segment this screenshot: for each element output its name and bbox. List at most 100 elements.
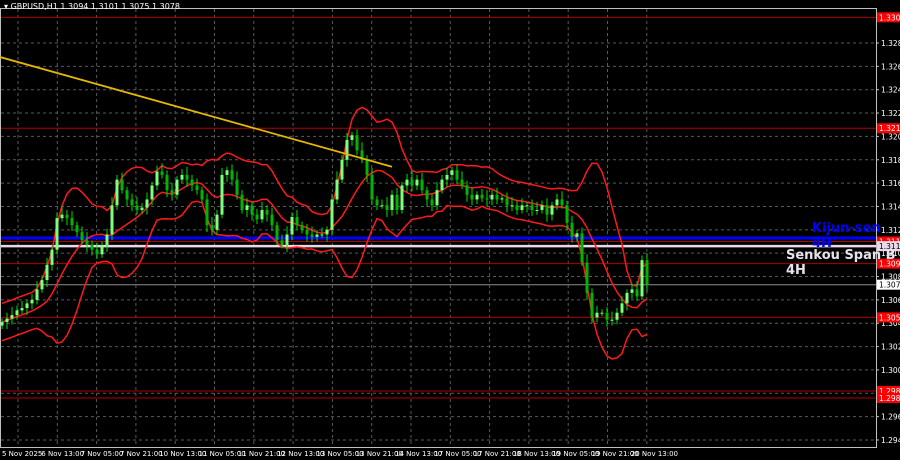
dropdown-triangle-icon[interactable]: ▾ — [4, 2, 8, 11]
ohlc-readout: 1.3094 1.3101 1.3075 1.3078 — [60, 2, 180, 11]
candle-body — [170, 190, 174, 195]
candle-body — [455, 170, 459, 180]
candle-body — [375, 199, 379, 206]
candle — [600, 309, 604, 317]
candle-body — [420, 179, 424, 191]
candle — [455, 164, 459, 185]
candle-body — [65, 214, 69, 219]
candle-body — [590, 292, 594, 318]
candle — [270, 207, 274, 231]
candle-body — [235, 179, 239, 195]
candle-body — [545, 205, 549, 215]
candle-body — [80, 232, 84, 241]
candle-body — [120, 179, 124, 191]
candle — [545, 198, 549, 222]
candle — [75, 221, 79, 237]
candle — [300, 221, 304, 234]
candle-body — [630, 289, 634, 293]
candle — [355, 129, 359, 156]
candle — [225, 166, 229, 182]
candle — [70, 211, 74, 231]
candle-body — [240, 194, 244, 210]
candle — [100, 241, 104, 258]
candle-body — [450, 170, 454, 175]
candle-body — [485, 198, 489, 200]
candle-body — [625, 292, 629, 304]
candle — [55, 212, 59, 255]
candle — [65, 209, 69, 226]
candle — [425, 186, 429, 207]
candle — [435, 181, 439, 210]
symbol-label: GBPUSD,H1 — [10, 2, 58, 11]
candle-body — [465, 185, 469, 195]
candle — [410, 171, 414, 192]
candle-body — [535, 209, 539, 211]
candle-body — [540, 205, 544, 210]
candle — [645, 253, 649, 292]
price-tick-label: 1.3025 — [881, 343, 900, 352]
candle — [235, 171, 239, 200]
candle-body — [355, 135, 359, 151]
candle-body — [200, 190, 204, 200]
candle — [450, 166, 454, 181]
candle-body — [380, 205, 384, 207]
candle-body — [645, 260, 649, 285]
candle-body — [85, 240, 89, 245]
price-chart[interactable]: 1.3285 1.3265 1.3245 1.3225 1.3205 1.3185 1.31… — [0, 0, 900, 460]
candle-body — [525, 205, 529, 207]
candle-body — [345, 139, 349, 160]
candle-body — [400, 185, 404, 210]
candle — [135, 197, 139, 215]
candle — [335, 171, 339, 205]
candle-body — [430, 199, 434, 206]
candle — [625, 289, 629, 311]
candle-body — [15, 310, 19, 316]
candle — [115, 174, 119, 210]
candle-body — [130, 199, 134, 206]
candle-body — [390, 194, 394, 210]
candle-body — [0, 322, 4, 326]
level-label: 1.3078 — [879, 281, 900, 290]
candle-body — [320, 234, 324, 236]
candle-body — [385, 205, 389, 210]
price-tick-label: 1.3145 — [881, 202, 900, 211]
price-tick-label: 1.3285 — [881, 39, 900, 48]
candle-body — [60, 214, 64, 219]
candle — [380, 199, 384, 209]
candle — [525, 201, 529, 213]
candle — [330, 193, 334, 236]
price-tick-label: 1.3005 — [881, 366, 900, 375]
time-tick-label: 5 Nov 2025 — [2, 450, 42, 458]
candle — [580, 227, 584, 267]
candle — [475, 191, 479, 205]
candle — [10, 306, 14, 325]
candle — [105, 228, 109, 253]
candle — [190, 174, 194, 192]
candle-body — [35, 289, 39, 300]
candle-body — [580, 233, 584, 263]
candle-body — [285, 234, 289, 245]
candle-body — [440, 179, 444, 191]
candle-body — [370, 174, 374, 200]
candle-body — [25, 303, 29, 309]
candle-body — [615, 312, 619, 320]
candle — [595, 305, 599, 323]
candle — [125, 186, 129, 207]
candle-body — [565, 205, 569, 223]
time-tick-label: 6 Nov 13:00 — [41, 450, 84, 458]
price-tick-label: 1.3065 — [881, 296, 900, 305]
candle — [85, 232, 89, 253]
candle-body — [110, 205, 114, 235]
candle-body — [595, 312, 599, 318]
candle-body — [135, 205, 139, 210]
candle-body — [185, 174, 189, 180]
candle — [390, 190, 394, 216]
candle-body — [305, 229, 309, 235]
price-tick-label: 1.3165 — [881, 179, 900, 188]
price-tick-label: 1.2965 — [881, 413, 900, 422]
candle-body — [55, 218, 59, 250]
candle-body — [415, 179, 419, 186]
price-tick-label: 1.3225 — [881, 109, 900, 118]
candle-body — [515, 205, 519, 210]
candle-body — [45, 264, 49, 281]
